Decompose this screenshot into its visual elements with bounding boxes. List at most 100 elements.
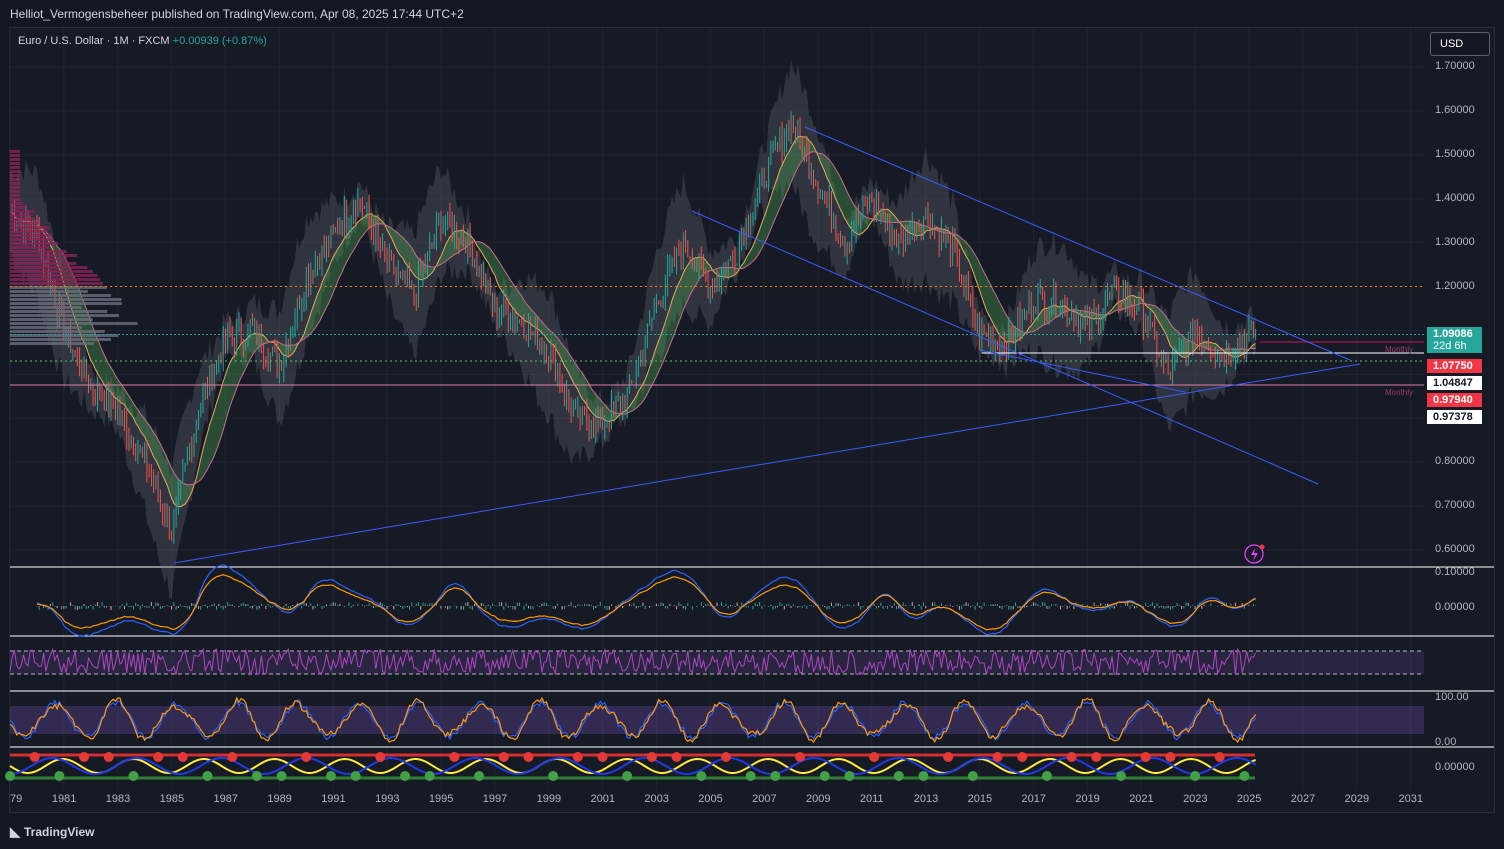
volume-profile-bar [10, 258, 68, 261]
volume-profile-bar [10, 290, 88, 293]
signal-dot [1214, 752, 1225, 762]
price-tag: 1.07750 [1427, 359, 1482, 373]
tradingview-logo[interactable]: ◣ TradingView [10, 824, 94, 840]
alert-dot [1259, 544, 1265, 550]
oscillator-pane[interactable] [9, 647, 1424, 677]
volume-profile-bar [10, 158, 20, 161]
signal-dot [54, 771, 65, 781]
volume-profile-bar [10, 314, 119, 317]
signal-dot [1066, 752, 1077, 762]
time-axis-label: 2027 [1290, 793, 1316, 805]
volume-profile-bar [10, 170, 20, 173]
signal-dot [745, 771, 756, 781]
trendline[interactable] [173, 363, 1361, 564]
volume-profile-bar [10, 338, 112, 341]
stochastic-pane[interactable] [9, 696, 1424, 744]
signal-dot [918, 771, 929, 781]
signal-dot [400, 771, 411, 781]
volume-profile-bar [10, 242, 59, 245]
time-axis-label: 2005 [698, 793, 723, 805]
candle-countdown: 22d 6h [1433, 340, 1467, 352]
signal-dot [449, 752, 460, 762]
volume-profile-bar [10, 318, 93, 321]
price-tag-value: 0.97940 [1433, 394, 1473, 406]
volume-profile-bar [10, 182, 20, 185]
signal-dot [523, 752, 534, 762]
volume-profile-bar [10, 198, 21, 201]
volume-profile-bar [10, 230, 48, 233]
time-axis-label: 2029 [1344, 793, 1370, 805]
symbol-legend[interactable]: Euro / U.S. Dollar · 1M · FXCM +0.00939 … [18, 35, 267, 47]
volume-profile-bar [10, 270, 93, 273]
time-axis-label: 1987 [213, 793, 238, 805]
time-axis-label: 1991 [321, 793, 346, 805]
signal-dot [498, 752, 509, 762]
signal-dot [177, 752, 188, 762]
signal-dot [251, 771, 262, 781]
time-axis-label: 1993 [375, 793, 400, 805]
price-tag-value: 1.07750 [1433, 360, 1473, 372]
signal-dot [1116, 771, 1126, 781]
volume-profile-bar [10, 326, 83, 329]
brand-name: TradingView [24, 825, 95, 839]
volume-profile-bar [10, 206, 28, 209]
currency-button[interactable]: USD [1430, 32, 1490, 56]
volume-profile-bar [10, 306, 82, 309]
volume-profile-bar [10, 174, 20, 177]
signal-dot [992, 752, 1003, 762]
time-axis-label: 2013 [913, 793, 939, 805]
price-tag-value: 0.97378 [1433, 411, 1473, 423]
volume-profile-bar [10, 194, 20, 197]
signal-dot [671, 752, 682, 762]
signal-dot [967, 771, 978, 781]
price-axis-label: 1.30000 [1435, 235, 1475, 248]
volume-profile-bar [10, 266, 88, 269]
signal-dot [1165, 752, 1176, 762]
volume-profile-bar [10, 262, 77, 265]
macd-axis-label: 0.10000 [1435, 566, 1475, 578]
time-axis-label: 79 [10, 793, 23, 805]
volume-profile-bar [10, 154, 20, 157]
macd-pane[interactable] [36, 564, 1257, 638]
volume-profile-bar [10, 282, 104, 285]
time-axis-label: 2023 [1183, 793, 1208, 805]
time-axis-label: 1999 [536, 793, 562, 805]
bollinger-band [10, 58, 1256, 600]
volume-profile-bar [10, 162, 20, 165]
time-axis-label: 2031 [1398, 793, 1424, 805]
volume-profile-bar [10, 186, 20, 189]
price-tag-value: 1.09086 [1433, 328, 1473, 340]
time-axis-label: 1989 [267, 793, 292, 805]
volume-profile-bar [10, 238, 54, 241]
signal-dot [869, 752, 880, 762]
time-axis-label: 2021 [1129, 793, 1154, 805]
price-axis-label: 1.40000 [1435, 191, 1475, 204]
macd-axis-label: 0.00000 [1435, 601, 1475, 613]
signal-dot [1190, 771, 1201, 781]
signal-dot [819, 771, 830, 781]
price-axis-label: 1.50000 [1435, 147, 1475, 160]
monthly-level-label: Monthly [1385, 345, 1414, 354]
signal-dot [153, 752, 164, 762]
volume-profile-bar [10, 150, 20, 153]
signal-dot [1239, 771, 1250, 781]
time-axis-label: 2001 [590, 793, 616, 805]
volume-profile-bar [10, 254, 78, 257]
signal-dot [597, 752, 608, 762]
signal-dots-pane[interactable] [5, 752, 1257, 781]
signal-dot [795, 752, 806, 762]
time-axis-label: 2009 [806, 793, 831, 805]
chart-canvas[interactable] [0, 0, 1504, 849]
time-axis-label: 2015 [967, 793, 993, 805]
volume-profile-bar [10, 214, 31, 217]
symbol-title: Euro / U.S. Dollar · 1M · FXCM [18, 35, 170, 47]
signal-dot [29, 752, 40, 762]
stoch-axis-label: 0.00 [1435, 736, 1457, 748]
time-axis-label: 1985 [159, 793, 185, 805]
price-axis-label: 0.70000 [1435, 499, 1475, 512]
time-axis-label: 2019 [1075, 793, 1100, 805]
price-tag: 0.97378 [1427, 410, 1482, 424]
signal-dot [424, 771, 435, 781]
stoch-axis-label: 100.00 [1435, 691, 1469, 703]
volume-profile-bar [10, 302, 123, 305]
